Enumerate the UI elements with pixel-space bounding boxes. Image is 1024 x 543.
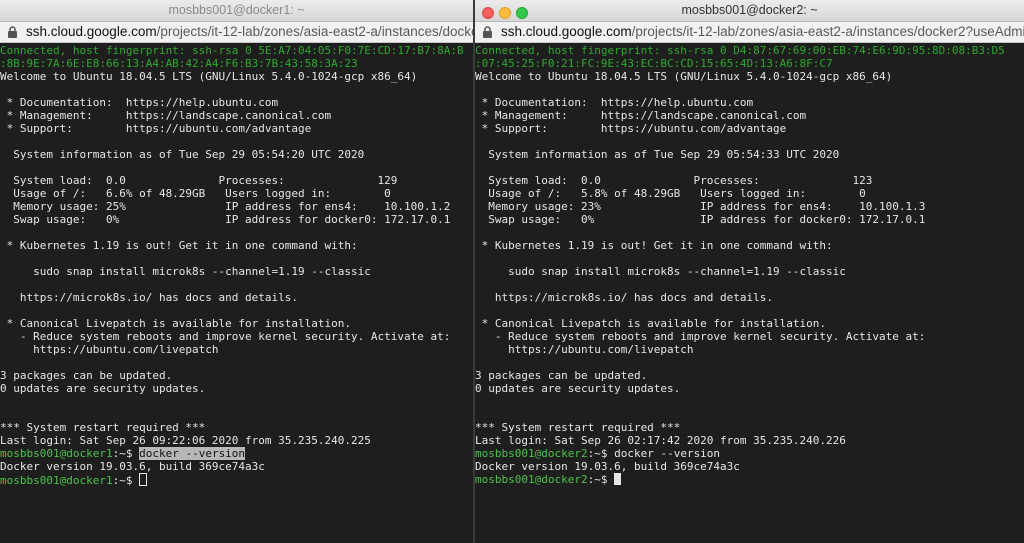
command: docker --version	[614, 447, 721, 460]
url-path: /projects/it-12-lab/zones/asia-east2-a/i…	[631, 24, 1024, 39]
address-bar[interactable]: ssh.cloud.google.com/projects/it-12-lab/…	[475, 22, 1024, 43]
command-line: mosbbs001@docker2:~$ docker --version	[475, 447, 1024, 460]
url-path: /projects/it-12-lab/zones/asia-east2-a/i…	[156, 24, 473, 39]
terminal-window-docker1[interactable]: mosbbs001@docker1: ~ ssh.cloud.google.co…	[0, 0, 473, 543]
snap-command-line: sudo snap install microk8s --channel=1.1…	[0, 265, 371, 278]
prompt-suffix: :~$	[587, 447, 615, 460]
last-login-line: Last login: Sat Sep 26 09:22:06 2020 fro…	[0, 434, 371, 447]
livepatch-url-line: https://ubuntu.com/livepatch	[475, 343, 694, 356]
system-load-line: System load: 0.0 Processes: 129	[0, 174, 398, 187]
fingerprint-line: :8B:9E:7A:6E:E8:66:13:A4:AB:42:A4:F6:B3:…	[0, 57, 358, 70]
security-updates-line: 0 updates are security updates.	[475, 382, 681, 395]
prompt-suffix: :~$	[112, 474, 140, 487]
kubernetes-line: * Kubernetes 1.19 is out! Get it in one …	[475, 239, 833, 252]
prompt-suffix: :~$	[112, 447, 140, 460]
reduce-reboots-line: - Reduce system reboots and improve kern…	[475, 330, 926, 343]
terminal-window-docker2[interactable]: mosbbs001@docker2: ~ ssh.cloud.google.co…	[475, 0, 1024, 543]
command-output-line: Docker version 19.03.6, build 369ce74a3c	[475, 460, 740, 473]
prompt: mosbbs001@docker1	[0, 447, 113, 460]
support-line: * Support: https://ubuntu.com/advantage	[0, 122, 312, 135]
kubernetes-line: * Kubernetes 1.19 is out! Get it in one …	[0, 239, 358, 252]
management-line: * Management: https://landscape.canonica…	[0, 109, 332, 122]
prompt-suffix: :~$	[587, 473, 615, 486]
system-info-line: System information as of Tue Sep 29 05:5…	[0, 148, 365, 161]
restart-required-line: *** System restart required ***	[475, 421, 681, 434]
prompt: mosbbs001@docker2	[475, 447, 588, 460]
command-line: mosbbs001@docker1:~$ docker --version	[0, 447, 473, 460]
reduce-reboots-line: - Reduce system reboots and improve kern…	[0, 330, 451, 343]
title-bar[interactable]: mosbbs001@docker2: ~	[475, 0, 1024, 22]
welcome-line: Welcome to Ubuntu 18.04.5 LTS (GNU/Linux…	[0, 70, 418, 83]
title-bar[interactable]: mosbbs001@docker1: ~	[0, 0, 473, 22]
active-prompt-line: mosbbs001@docker2:~$	[475, 473, 1024, 486]
lock-icon	[483, 26, 492, 38]
livepatch-url-line: https://ubuntu.com/livepatch	[0, 343, 219, 356]
documentation-line: * Documentation: https://help.ubuntu.com	[0, 96, 279, 109]
terminal-output[interactable]: Connected, host fingerprint: ssh-rsa 0 5…	[0, 42, 473, 543]
system-load-line: System load: 0.0 Processes: 123	[475, 174, 873, 187]
system-info-line: System information as of Tue Sep 29 05:5…	[475, 148, 840, 161]
swap-usage-line: Swap usage: 0% IP address for docker0: 1…	[475, 213, 926, 226]
livepatch-line: * Canonical Livepatch is available for i…	[0, 317, 351, 330]
restart-required-line: *** System restart required ***	[0, 421, 206, 434]
fingerprint-line: Connected, host fingerprint: ssh-rsa 0 D…	[475, 44, 1005, 57]
address-bar[interactable]: ssh.cloud.google.com/projects/it-12-lab/…	[0, 22, 473, 43]
prompt: mosbbs001@docker2	[475, 473, 588, 486]
documentation-line: * Documentation: https://help.ubuntu.com	[475, 96, 754, 109]
snap-command-line: sudo snap install microk8s --channel=1.1…	[475, 265, 846, 278]
terminal-output[interactable]: Connected, host fingerprint: ssh-rsa 0 D…	[475, 42, 1024, 543]
packages-line: 3 packages can be updated.	[0, 369, 173, 382]
url-text[interactable]: ssh.cloud.google.com/projects/it-12-lab/…	[501, 24, 1024, 39]
management-line: * Management: https://landscape.canonica…	[475, 109, 807, 122]
microk8s-line: https://microk8s.io/ has docs and detail…	[475, 291, 774, 304]
prompt: mosbbs001@docker1	[0, 474, 113, 487]
security-updates-line: 0 updates are security updates.	[0, 382, 206, 395]
command-output-line: Docker version 19.03.6, build 369ce74a3c	[0, 460, 265, 473]
support-line: * Support: https://ubuntu.com/advantage	[475, 122, 787, 135]
livepatch-line: * Canonical Livepatch is available for i…	[475, 317, 826, 330]
lock-icon	[8, 26, 17, 38]
last-login-line: Last login: Sat Sep 26 02:17:42 2020 fro…	[475, 434, 846, 447]
memory-usage-line: Memory usage: 23% IP address for ens4: 1…	[475, 200, 926, 213]
url-host: ssh.cloud.google.com	[26, 24, 157, 39]
memory-usage-line: Memory usage: 25% IP address for ens4: 1…	[0, 200, 451, 213]
packages-line: 3 packages can be updated.	[475, 369, 648, 382]
window-title: mosbbs001@docker1: ~	[168, 3, 305, 17]
active-prompt-line: mosbbs001@docker1:~$	[0, 473, 473, 487]
url-text[interactable]: ssh.cloud.google.com/projects/it-12-lab/…	[26, 24, 473, 39]
welcome-line: Welcome to Ubuntu 18.04.5 LTS (GNU/Linux…	[475, 70, 893, 83]
disk-usage-line: Usage of /: 6.6% of 48.29GB Users logged…	[0, 187, 391, 200]
cursor-icon[interactable]	[614, 473, 622, 485]
swap-usage-line: Swap usage: 0% IP address for docker0: 1…	[0, 213, 451, 226]
url-host: ssh.cloud.google.com	[501, 24, 632, 39]
selected-command[interactable]: docker --version	[139, 447, 246, 460]
window-title: mosbbs001@docker2: ~	[681, 3, 818, 17]
fingerprint-line: :07:45:25:F0:21:FC:9E:43:EC:BC:CD:15:65:…	[475, 57, 833, 70]
cursor-icon[interactable]	[139, 473, 148, 486]
fingerprint-line: Connected, host fingerprint: ssh-rsa 0 5…	[0, 44, 464, 57]
microk8s-line: https://microk8s.io/ has docs and detail…	[0, 291, 299, 304]
disk-usage-line: Usage of /: 5.8% of 48.29GB Users logged…	[475, 187, 866, 200]
